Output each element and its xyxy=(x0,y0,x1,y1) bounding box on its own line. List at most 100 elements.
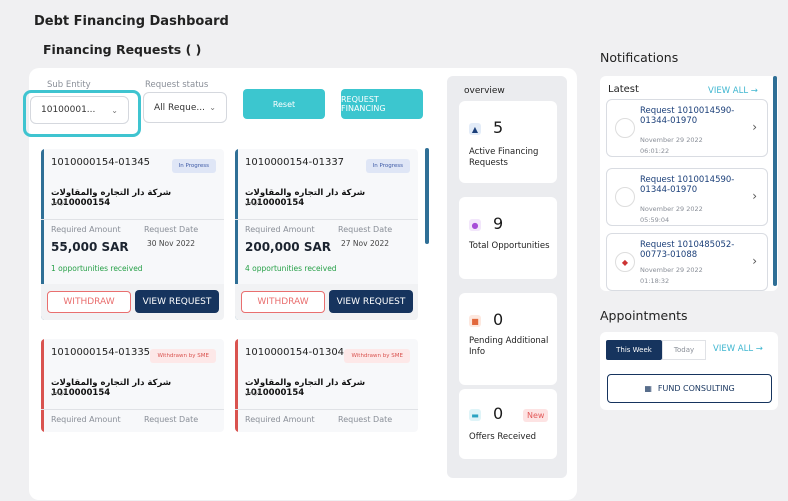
withdraw-button[interactable]: WITHDRAW xyxy=(241,291,325,313)
notifications-view-all-link[interactable]: VIEW ALL → xyxy=(708,86,758,96)
request-card[interactable]: 1010000154-01345 In Progress شركة دار ال… xyxy=(41,149,224,320)
pending-info-label: Pending Additional Info xyxy=(469,336,549,357)
divider xyxy=(41,409,224,410)
notification-title: Request 1010014590-01344-01970 xyxy=(640,175,735,195)
notification-time: 06:01:22 xyxy=(640,147,670,155)
avatar xyxy=(615,187,635,207)
required-amount-label: Required Amount xyxy=(51,225,121,234)
offers-count: 0 xyxy=(493,404,504,423)
notification-title: Request 1010014590-01344-01970 xyxy=(640,106,735,126)
notification-item[interactable]: Request 1010014590-01344-01970 November … xyxy=(606,168,768,226)
reset-button[interactable]: Reset xyxy=(243,89,325,119)
notification-date: November 29 2022 xyxy=(640,266,703,274)
overview-panel: overview ▲ 5 Active Financing Requests ●… xyxy=(447,76,567,478)
request-status-value: All Reque... xyxy=(154,102,205,113)
tab-this-week[interactable]: This Week xyxy=(606,340,662,360)
chevron-right-icon: › xyxy=(752,254,757,268)
notifications-panel: Latest VIEW ALL → Request 1010014590-013… xyxy=(600,76,778,291)
notification-item[interactable]: ◆ Request 1010485052-00773-01088 Novembe… xyxy=(606,233,768,291)
divider xyxy=(41,219,224,220)
company-city: الرياض xyxy=(51,200,68,206)
card-actions: WITHDRAW VIEW REQUEST xyxy=(41,284,224,320)
active-requests-label: Active Financing Requests xyxy=(469,147,539,168)
request-date: 27 Nov 2022 xyxy=(341,239,390,248)
chevron-down-icon: ⌄ xyxy=(111,105,118,115)
view-request-button[interactable]: VIEW REQUEST xyxy=(135,290,219,313)
request-id: 1010000154-01335 xyxy=(51,347,151,358)
request-status-select[interactable]: All Reque... ⌄ xyxy=(143,92,227,123)
company-city: الرياض xyxy=(51,390,68,396)
request-date-label: Request Date xyxy=(144,225,199,234)
document-icon: ■ xyxy=(469,315,481,327)
company-city: الرياض xyxy=(245,390,262,396)
overview-card-offers: ▬ 0 New Offers Received xyxy=(459,389,557,459)
notifications-scrollbar[interactable] xyxy=(773,76,777,286)
status-badge: In Progress xyxy=(365,159,410,173)
chevron-down-icon: ⌄ xyxy=(209,103,216,112)
required-amount-label: Required Amount xyxy=(51,415,121,424)
avatar xyxy=(615,118,635,138)
company-logo-icon: ◆ xyxy=(615,252,635,272)
withdraw-button[interactable]: WITHDRAW xyxy=(47,291,131,313)
request-id: 1010000154-01345 xyxy=(51,157,151,168)
notification-date: November 29 2022 xyxy=(640,205,703,213)
page-title: Debt Financing Dashboard xyxy=(34,14,229,29)
company-city: الرياض xyxy=(245,200,262,206)
opportunities-count: 4 opportunities received xyxy=(245,264,337,273)
required-amount: 200,000 SAR xyxy=(245,240,332,254)
company-name: شركة دار التجاره والمقاولات 1010000154 xyxy=(245,188,366,208)
notification-time: 01:18:32 xyxy=(640,277,670,285)
status-badge: Withdrawn by SME xyxy=(344,349,410,363)
opportunities-label: Total Opportunities xyxy=(469,241,550,251)
request-card[interactable]: 1010000154-01335 Withdrawn by SME شركة د… xyxy=(41,339,224,432)
request-card[interactable]: 1010000154-01337 In Progress شركة دار ال… xyxy=(235,149,418,320)
opportunities-count: 1 opportunities received xyxy=(51,264,143,273)
divider xyxy=(235,219,418,220)
fund-consulting-button[interactable]: ▦ FUND CONSULTING xyxy=(607,374,772,403)
sub-entity-value: 10100001... xyxy=(41,105,96,115)
request-id: 1010000154-01337 xyxy=(245,157,345,168)
lightbulb-icon: ● xyxy=(469,219,481,231)
tab-latest[interactable]: Latest xyxy=(608,84,639,95)
request-status-label: Request status xyxy=(145,80,209,90)
new-badge: New xyxy=(523,409,549,422)
status-bar xyxy=(41,339,44,432)
request-date-label: Request Date xyxy=(144,415,199,424)
status-badge: In Progress xyxy=(171,159,216,173)
requests-icon: ▲ xyxy=(469,123,481,135)
request-date-label: Request Date xyxy=(338,415,393,424)
required-amount-label: Required Amount xyxy=(245,415,315,424)
calendar-icon: ▦ xyxy=(644,384,652,393)
appointments-view-all-link[interactable]: VIEW ALL → xyxy=(713,344,763,354)
opportunities-count: 9 xyxy=(493,214,504,233)
overview-card-opportunities: ● 9 Total Opportunities xyxy=(459,197,557,279)
pending-info-count: 0 xyxy=(493,310,504,329)
view-request-button[interactable]: VIEW REQUEST xyxy=(329,290,413,313)
chevron-right-icon: › xyxy=(752,189,757,203)
request-financing-button[interactable]: REQUEST FINANCING xyxy=(341,89,423,119)
notifications-title: Notifications xyxy=(600,50,679,65)
tab-today[interactable]: Today xyxy=(662,340,706,360)
request-date-label: Request Date xyxy=(338,225,393,234)
sub-entity-label: Sub Entity xyxy=(47,80,91,90)
company-name: شركة دار التجاره والمقاولات 1010000154 xyxy=(51,378,172,398)
required-amount-label: Required Amount xyxy=(245,225,315,234)
active-requests-count: 5 xyxy=(493,118,504,137)
notification-item[interactable]: Request 1010014590-01344-01970 November … xyxy=(606,99,768,157)
notification-date: November 29 2022 xyxy=(640,136,703,144)
offers-label: Offers Received xyxy=(469,432,537,442)
status-badge: Withdrawn by SME xyxy=(150,349,216,363)
notification-title: Request 1010485052-00773-01088 xyxy=(640,240,735,260)
sub-entity-select[interactable]: 10100001... ⌄ xyxy=(30,96,129,124)
overview-card-active-requests: ▲ 5 Active Financing Requests xyxy=(459,101,557,183)
cards-scrollbar[interactable] xyxy=(425,148,429,244)
appointments-panel: This Week Today VIEW ALL → ▦ FUND CONSUL… xyxy=(600,332,778,410)
divider xyxy=(235,409,418,410)
request-card[interactable]: 1010000154-01304 Withdrawn by SME شركة د… xyxy=(235,339,418,432)
notification-time: 05:59:04 xyxy=(640,216,670,224)
section-title: Financing Requests ( ) xyxy=(43,42,202,57)
card-actions: WITHDRAW VIEW REQUEST xyxy=(235,284,418,320)
chevron-right-icon: › xyxy=(752,120,757,134)
fund-consulting-label: FUND CONSULTING xyxy=(657,384,735,393)
status-bar xyxy=(235,339,238,432)
